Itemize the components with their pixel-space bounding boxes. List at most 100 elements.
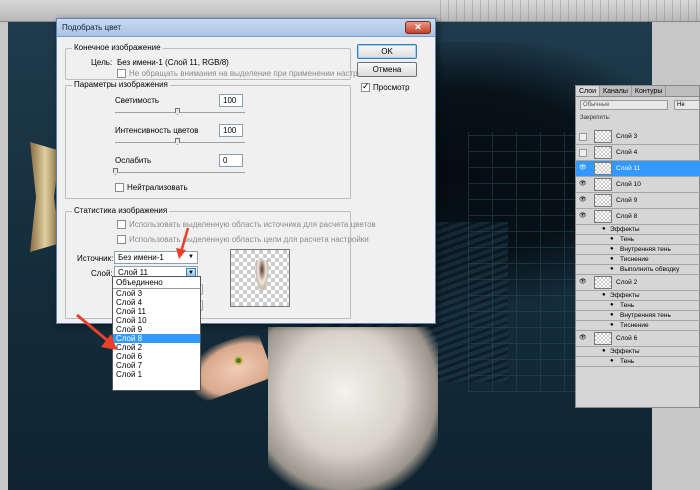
effect-row[interactable]: ● Эффекты	[576, 225, 700, 235]
layer-row[interactable]: Слой 3	[576, 129, 700, 145]
tab-layers[interactable]: Слои	[576, 86, 601, 96]
visibility-toggle[interactable]	[579, 133, 587, 141]
effect-row[interactable]: ● Тиснение	[576, 321, 700, 331]
layer-name: Слой 9	[616, 197, 638, 204]
layer-row[interactable]: Слой 4	[576, 145, 700, 161]
eye-icon[interactable]: 👁	[579, 181, 588, 188]
layer-row[interactable]: 👁 Слой 2	[576, 275, 700, 291]
use-source-selection-label: Использовать выделенную область источник…	[129, 220, 376, 229]
layer-row[interactable]: 👁 Слой 6	[576, 331, 700, 347]
effect-row[interactable]: ● Внутренняя тень	[576, 245, 700, 255]
layer-thumbnail	[594, 146, 612, 159]
layer-dropdown-list[interactable]: Объединено Слой 3 Слой 4 Слой 11 Слой 10…	[112, 276, 201, 391]
dialog-titlebar[interactable]: Подобрать цвет	[57, 19, 435, 37]
use-target-selection-checkbox[interactable]	[117, 235, 126, 244]
layer-name: Тень	[620, 302, 635, 309]
neutralize-checkbox[interactable]	[115, 183, 124, 192]
effect-row[interactable]: ● Тиснение	[576, 255, 700, 265]
tab-paths[interactable]: Контуры	[632, 86, 667, 96]
dropdown-option[interactable]: Слой 3	[113, 289, 200, 298]
dropdown-option-merged[interactable]: Объединено	[113, 277, 200, 289]
final-image-legend: Конечное изображение	[72, 43, 163, 52]
effect-row[interactable]: ● Тень	[576, 301, 700, 311]
effect-row[interactable]: ● Тень	[576, 235, 700, 245]
effect-row[interactable]: ● Выполнить обводку	[576, 265, 700, 275]
dropdown-option[interactable]: Слой 10	[113, 316, 200, 325]
lock-label: Закрепить:	[580, 115, 611, 121]
visibility-toggle[interactable]	[579, 149, 587, 157]
eye-icon[interactable]: 👁	[579, 165, 588, 172]
canvas-brick-wall	[468, 132, 588, 392]
layer-thumbnail	[594, 194, 612, 207]
luminance-input[interactable]: 100	[219, 94, 243, 107]
layer-row[interactable]: 👁 Слой 9	[576, 193, 700, 209]
cancel-button[interactable]: Отмена	[357, 62, 417, 77]
dropdown-option[interactable]: Слой 2	[113, 343, 200, 352]
dropdown-option[interactable]: Слой 9	[113, 325, 200, 334]
effects-icon[interactable]: ●	[610, 236, 619, 243]
effect-row[interactable]: ● Эффекты	[576, 347, 700, 357]
layer-name: Эффекты	[610, 292, 640, 299]
source-select-value: Без имени-1	[118, 253, 164, 262]
fade-label: Ослабить	[115, 156, 152, 165]
effects-icon[interactable]: ●	[610, 266, 619, 273]
layer-thumbnail	[594, 332, 612, 345]
canvas-figure	[268, 327, 438, 490]
image-options-legend: Параметры изображения	[72, 80, 170, 89]
layer-name: Тень	[620, 236, 635, 243]
layer-name: Внутренняя тень	[620, 246, 671, 253]
layer-name: Тиснение	[620, 322, 649, 329]
effects-icon[interactable]: ●	[610, 312, 619, 319]
effect-row[interactable]: ● Внутренняя тень	[576, 311, 700, 321]
effects-icon[interactable]: ●	[610, 322, 619, 329]
dropdown-option[interactable]: Слой 11	[113, 307, 200, 316]
layer-name: Выполнить обводку	[620, 266, 680, 273]
dropdown-option-highlighted[interactable]: Слой 8	[113, 334, 200, 343]
layer-name: Слой 4	[616, 149, 638, 156]
fade-slider-track[interactable]	[115, 172, 245, 173]
effect-row[interactable]: ● Эффекты	[576, 291, 700, 301]
eye-icon[interactable]: 👁	[579, 335, 588, 342]
canvas-ring	[234, 356, 243, 365]
opacity-field[interactable]: Не	[674, 100, 700, 110]
use-source-selection-checkbox[interactable]	[117, 220, 126, 229]
dropdown-option[interactable]: Слой 4	[113, 298, 200, 307]
eye-icon[interactable]: 👁	[579, 213, 588, 220]
tab-channels[interactable]: Каналы	[600, 86, 632, 96]
effects-icon[interactable]: ●	[610, 302, 619, 309]
intensity-slider-track[interactable]	[115, 142, 245, 143]
layer-name: Эффекты	[610, 226, 640, 233]
layer-name: Тень	[620, 358, 635, 365]
layers-panel-tabs: Слои Каналы Контуры	[576, 86, 699, 97]
layer-row[interactable]: 👁 Слой 10	[576, 177, 700, 193]
dropdown-option[interactable]: Слой 7	[113, 361, 200, 370]
fade-input[interactable]: 0	[219, 154, 243, 167]
layer-row[interactable]: 👁 Слой 8	[576, 209, 700, 225]
layer-thumbnail	[594, 178, 612, 191]
neutralize-label: Нейтрализовать	[127, 183, 188, 192]
layer-row[interactable]: 👁 Слой 11	[576, 161, 700, 177]
close-icon[interactable]: ✕	[405, 21, 431, 34]
luminance-label: Светимость	[115, 96, 160, 105]
target-label: Цель:	[91, 58, 113, 67]
preview-label: Просмотр	[373, 83, 410, 92]
eye-icon[interactable]: 👁	[579, 197, 588, 204]
eye-icon[interactable]: 👁	[579, 279, 588, 286]
layer-name: Слой 10	[616, 181, 641, 188]
effects-icon[interactable]: ●	[610, 246, 619, 253]
preview-checkbox[interactable]	[361, 81, 370, 92]
effects-icon[interactable]: ●	[610, 358, 619, 365]
dropdown-option[interactable]: Слой 6	[113, 352, 200, 361]
ignore-selection-checkbox[interactable]	[117, 69, 126, 78]
effects-icon[interactable]: ●	[610, 256, 619, 263]
layer-name: Слой 6	[616, 335, 638, 342]
preview-image	[255, 260, 269, 292]
blend-mode-select[interactable]: Обычные	[580, 100, 668, 110]
effect-row[interactable]: ● Тень	[576, 357, 700, 367]
dropdown-option[interactable]: Слой 1	[113, 370, 200, 379]
ok-button[interactable]: OK	[357, 44, 417, 59]
layer-name: Слой 3	[616, 133, 638, 140]
layer-thumbnail	[594, 162, 612, 175]
luminance-slider-track[interactable]	[115, 112, 245, 113]
intensity-input[interactable]: 100	[219, 124, 243, 137]
